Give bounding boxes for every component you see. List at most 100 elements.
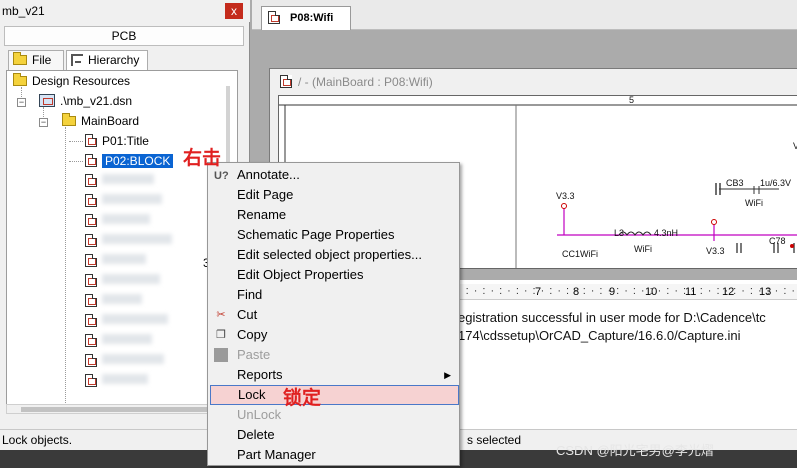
tree-item-page[interactable]: [85, 332, 152, 350]
schematic-page-icon: [85, 294, 97, 307]
tree-item-page[interactable]: [85, 352, 164, 370]
menu-item-label: Cut: [237, 307, 258, 322]
tree-item-schematic[interactable]: MainBoard: [62, 112, 139, 130]
menu-item-paste[interactable]: Paste: [210, 345, 459, 365]
tree-item-page[interactable]: [85, 272, 160, 290]
tree-item-label: MainBoard: [81, 114, 140, 128]
obscured-label: [102, 214, 150, 224]
tab-p08-wifi[interactable]: P08:Wifi: [261, 6, 351, 30]
tab-hierarchy[interactable]: Hierarchy: [66, 50, 148, 70]
schematic-page-icon: [85, 234, 97, 247]
tree-item-page[interactable]: [85, 252, 146, 270]
menu-item-label: Paste: [237, 347, 271, 362]
net-label: CC1WiFi: [562, 249, 598, 259]
folder-open-icon: [13, 73, 27, 86]
tree-item-page[interactable]: [85, 292, 142, 310]
menu-item-label: Delete: [237, 427, 275, 442]
net-label: WiFi: [634, 244, 652, 254]
annotation-lock: 锁定: [283, 387, 322, 409]
border-label: 5: [629, 95, 635, 105]
schematic-page-icon: [85, 374, 97, 387]
paste-icon: [214, 348, 228, 362]
menu-item-edit-object-properties[interactable]: Edit Object Properties: [210, 265, 459, 285]
status-selection-text: s selected: [467, 433, 522, 447]
menu-item-edit-selected-object-properties[interactable]: Edit selected object properties...: [210, 245, 459, 265]
schematic-page-icon: [85, 274, 97, 287]
session-log[interactable]: ·:·:·:·:·:·:·:·:·:·:·:·:·:·:·:·:·:·:·:·:…: [455, 280, 797, 429]
menu-item-label: Lock: [238, 387, 266, 402]
menu-item-label: Annotate...: [237, 167, 300, 182]
log-line: 174\cdssetup\OrCAD_Capture/16.6.0/Captur…: [458, 328, 741, 343]
obscured-label: [102, 314, 168, 324]
close-icon[interactable]: x: [225, 3, 243, 19]
tree-item-page[interactable]: [85, 172, 154, 190]
scroll-thumb[interactable]: [21, 407, 221, 412]
menu-item-label: Edit Object Properties: [237, 267, 364, 282]
panel-title: mb_v21: [2, 4, 45, 18]
schematic-page-icon: [85, 214, 97, 227]
schematic-page-icon: [85, 194, 97, 207]
menu-item-label: Schematic Page Properties: [237, 227, 395, 242]
schematic-page-icon: [85, 354, 97, 367]
menu-item-rename[interactable]: Rename: [210, 205, 459, 225]
value-label: 4.3nH: [654, 228, 679, 238]
copy-icon: ❐: [216, 329, 226, 341]
menu-item-cut[interactable]: ✂ Cut: [210, 305, 459, 325]
tree-item-page[interactable]: [85, 372, 148, 390]
menu-item-delete[interactable]: Delete: [210, 425, 459, 445]
tree-item-page[interactable]: [85, 312, 168, 330]
menu-item-label: Part Manager: [237, 447, 316, 462]
tree-item-page-selected[interactable]: P02:BLOCK: [85, 152, 174, 170]
menu-item-schematic-page-properties[interactable]: Schematic Page Properties: [210, 225, 459, 245]
ruler-tick: 9: [609, 286, 616, 298]
ruler-tick: 13: [759, 286, 772, 298]
log-line: egistration successful in user mode for …: [458, 310, 766, 325]
ref-label: CB3: [726, 178, 744, 188]
menu-item-find[interactable]: Find: [210, 285, 459, 305]
ruler-tick: 8: [573, 286, 580, 298]
obscured-label: [102, 234, 172, 244]
annotation-right-click: 右击: [183, 147, 222, 169]
value-label: 1u/6.3V: [760, 178, 792, 188]
tree-item-page[interactable]: [85, 232, 172, 250]
menu-item-label: Rename: [237, 207, 287, 222]
panel-tabs: File Hierarchy: [4, 50, 244, 70]
obscured-label: [102, 194, 162, 204]
tab-file-label: File: [32, 53, 52, 67]
context-menu: U? Annotate... Edit Page Rename Schematic P…: [207, 162, 460, 466]
schematic-window-title-bar[interactable]: / - (MainBoard : P08:Wifi): [270, 69, 797, 95]
collapse-icon[interactable]: −: [17, 98, 26, 107]
menu-item-annotate[interactable]: Annotate...: [210, 165, 459, 185]
menu-item-lock[interactable]: Lock: [210, 385, 459, 405]
panel-title-bar: mb_v21 x: [0, 0, 250, 22]
ref-label: L3: [614, 228, 625, 238]
tree-item-design-resources[interactable]: Design Resources: [13, 72, 130, 90]
menu-item-reports[interactable]: Reports ▶: [210, 365, 459, 385]
obscured-label: [102, 254, 146, 264]
menu-item-unlock[interactable]: UnLock: [210, 405, 459, 425]
tree-horizontal-scrollbar[interactable]: [6, 404, 238, 414]
tab-file[interactable]: File: [8, 50, 64, 70]
menu-item-label: Copy: [237, 327, 268, 342]
project-tree[interactable]: Design Resources − .\mb_v21.dsn − MainBo…: [6, 70, 238, 406]
schematic-page-icon: [85, 334, 97, 347]
schematic-page-icon: [268, 11, 280, 24]
obscured-label: [102, 374, 148, 384]
ruler-tick: 10: [645, 286, 658, 298]
obscured-label: [102, 354, 164, 364]
net-label: V3.3: [706, 246, 725, 256]
tree-item-design-file[interactable]: .\mb_v21.dsn: [39, 92, 132, 110]
tree-item-page[interactable]: P01:Title: [85, 132, 149, 150]
obscured-label: [102, 174, 154, 184]
menu-item-part-manager[interactable]: Part Manager: [210, 445, 459, 465]
tree-item-label: .\mb_v21.dsn: [60, 94, 133, 108]
obscured-label: [102, 274, 160, 284]
folder-open-icon: [62, 113, 76, 126]
collapse-icon[interactable]: −: [39, 118, 48, 127]
tree-item-label: P01:Title: [102, 134, 149, 148]
tree-item-page[interactable]: [85, 192, 162, 210]
schematic-page-icon: [85, 174, 97, 187]
tree-item-page[interactable]: [85, 212, 150, 230]
menu-item-copy[interactable]: ❐ Copy: [210, 325, 459, 345]
menu-item-edit-page[interactable]: Edit Page: [210, 185, 459, 205]
